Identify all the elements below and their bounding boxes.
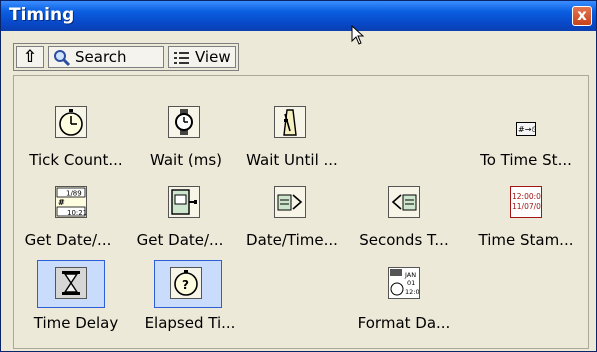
search-icon — [54, 50, 71, 67]
window-title: Timing — [9, 5, 75, 25]
view-button[interactable]: View — [168, 46, 236, 68]
svg-text:#: # — [58, 198, 65, 207]
item-label: Wait Until ... — [246, 151, 338, 169]
icon-text: 12:00:01 — [512, 192, 541, 201]
timing-palette-window: Timing x ⇧ Search View Tick Count... Wai… — [0, 0, 597, 352]
to-time-stamp-icon: #→⏲ — [516, 122, 536, 136]
icon-text: JAN — [404, 271, 416, 279]
metronome-icon — [274, 106, 306, 138]
icon-text: 10:21 — [67, 209, 86, 217]
palette-content: Tick Count... Wait (ms) Wait Until ... #… — [13, 75, 589, 349]
item-label: Date/Time... — [246, 231, 338, 249]
item-label: Get Date/... — [24, 231, 112, 249]
icon-text: 1/89 — [66, 190, 82, 198]
view-list-icon — [174, 52, 189, 64]
item-label: Time Delay — [33, 314, 119, 332]
wristwatch-icon — [168, 106, 200, 138]
item-label: To Time St... — [480, 151, 572, 169]
search-button[interactable]: Search — [48, 46, 164, 68]
time-stamp-constant-icon: 12:00:01 11/07/01 — [510, 186, 542, 218]
stopwatch-icon — [55, 106, 87, 138]
svg-text:?: ? — [182, 278, 189, 292]
item-label: Wait (ms) — [149, 151, 222, 169]
date-time-to-seconds-icon — [274, 186, 306, 218]
close-button[interactable]: x — [572, 6, 592, 26]
hourglass-icon — [55, 267, 87, 299]
icon-text: 11/07/01 — [512, 202, 541, 211]
icon-text: 01 — [407, 279, 415, 287]
item-label: Elapsed Ti... — [144, 314, 236, 332]
palette-toolbar: ⇧ Search View — [13, 43, 239, 71]
mouse-cursor-icon — [351, 25, 365, 45]
item-label: Format Da... — [357, 314, 451, 332]
search-label: Search — [75, 48, 127, 66]
item-label: Seconds T... — [359, 231, 449, 249]
svg-text:#→⏲: #→⏲ — [518, 125, 536, 134]
format-date-icon: JAN 01 12:01 — [388, 267, 420, 299]
view-label: View — [195, 48, 231, 66]
item-label: Time Stam... — [478, 231, 574, 249]
up-arrow-icon: ⇧ — [22, 47, 38, 67]
calendar-output-icon — [168, 186, 200, 218]
title-bar[interactable]: Timing x — [1, 1, 596, 31]
date-time-string-icon: 1/89 # 10:21 — [55, 186, 87, 218]
up-button[interactable]: ⇧ — [16, 46, 44, 68]
elapsed-time-icon: ? — [170, 267, 202, 299]
item-label: Tick Count... — [29, 151, 123, 169]
icon-text: 12:01 — [405, 288, 419, 296]
item-label: Get Date/... — [136, 231, 224, 249]
seconds-to-date-time-icon — [388, 186, 420, 218]
